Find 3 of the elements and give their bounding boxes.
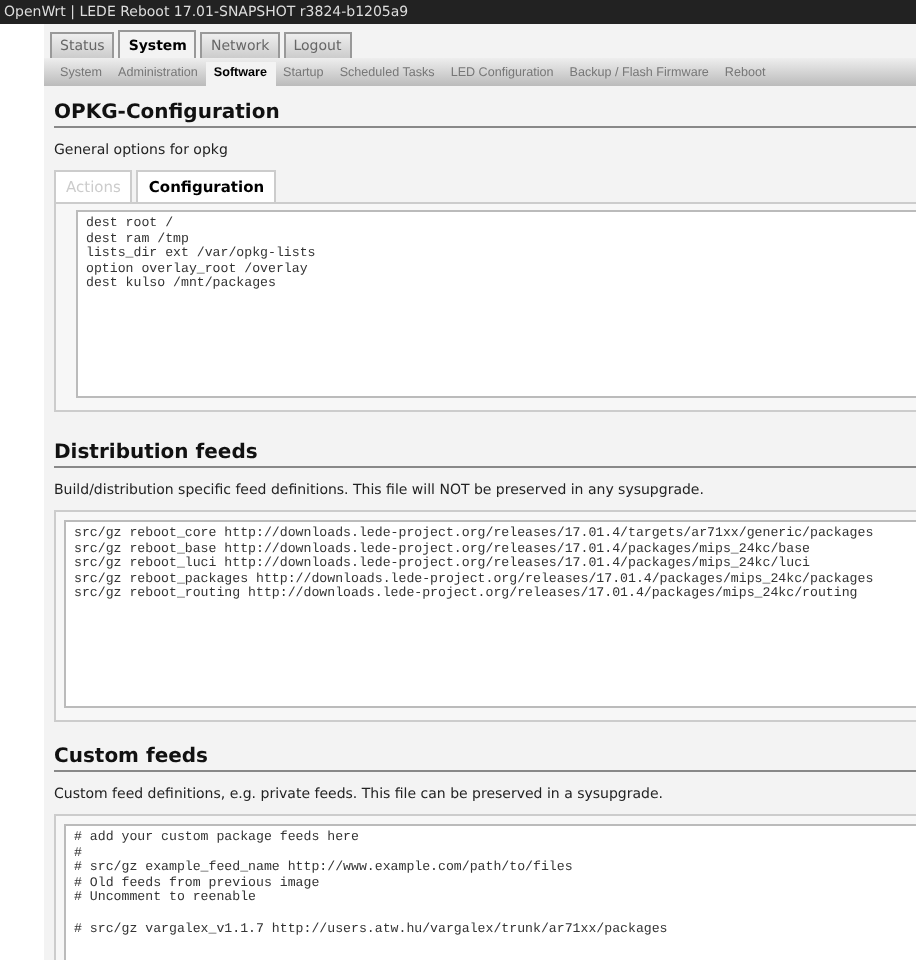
section-heading: OPKG-Configuration: [54, 98, 916, 128]
section-heading: Distribution feeds: [54, 438, 916, 468]
section-heading: Custom feeds: [54, 742, 916, 772]
